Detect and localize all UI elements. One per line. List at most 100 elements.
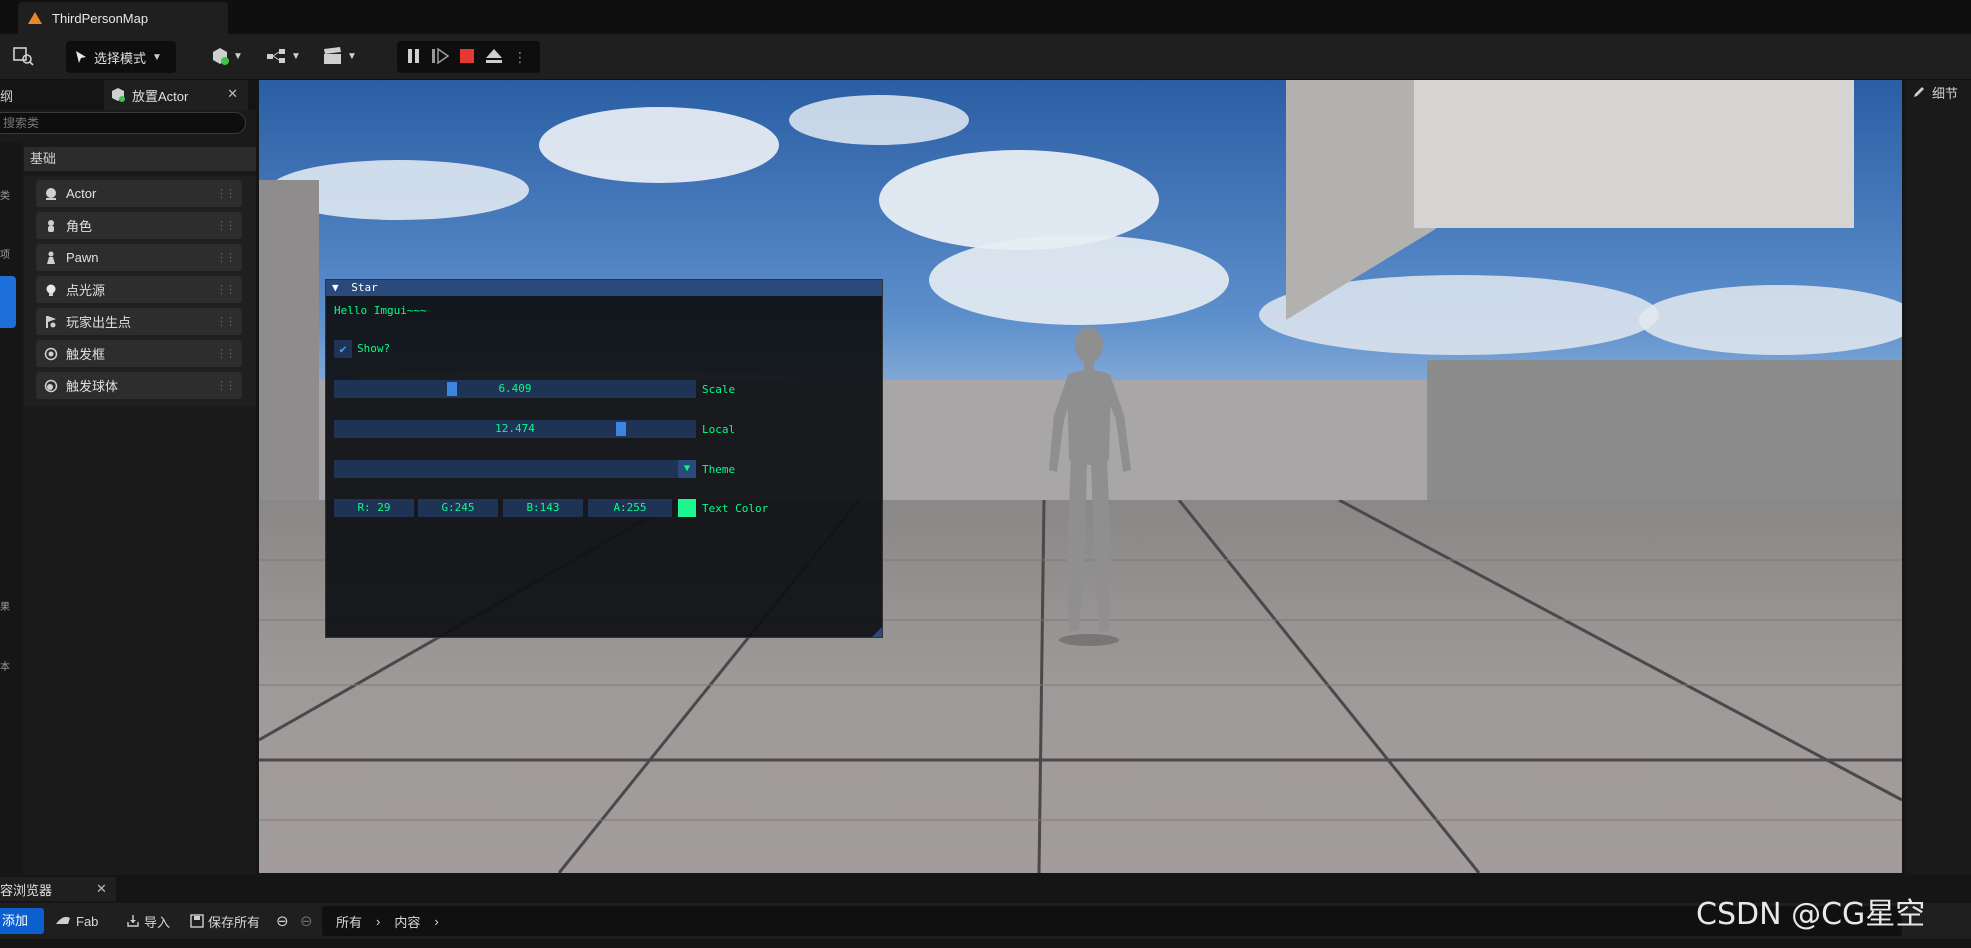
pencil-icon	[1914, 87, 1924, 97]
scale-label: Scale	[702, 383, 736, 396]
category-letter[interactable]: 项	[0, 246, 10, 261]
color-b-field[interactable]: B:143	[503, 499, 583, 517]
theme-label: Theme	[702, 463, 736, 476]
hello-text: Hello Imgui~~~	[334, 304, 427, 317]
drag-handle-icon[interactable]: ⋮⋮	[216, 379, 236, 392]
color-swatch[interactable]	[678, 499, 696, 517]
step-forward-icon[interactable]	[431, 47, 450, 67]
actor-item-label: 玩家出生点	[66, 315, 132, 330]
color-a-field[interactable]: A:255	[588, 499, 672, 517]
list-item[interactable]: 触发框 ⋮⋮	[36, 340, 242, 367]
cinematics-button[interactable]: ▼	[322, 46, 357, 66]
level-viewport[interactable]: ▼ Star Hello Imgui~~~ ✔ Show? 6.409 Scal…	[259, 80, 1902, 873]
level-icon	[28, 12, 42, 24]
category-letter[interactable]: 本	[0, 658, 10, 673]
color-g-field[interactable]: G:245	[418, 499, 498, 517]
point-light-icon	[46, 284, 56, 296]
local-slider[interactable]: 12.474	[334, 420, 696, 438]
tab-thirdpersonmap[interactable]: ThirdPersonMap	[18, 2, 228, 34]
imgui-title: Star	[351, 281, 378, 294]
breadcrumb-item[interactable]: 内容	[394, 912, 420, 931]
watermark: CSDN @CG星空	[1696, 897, 1926, 932]
chevron-right-icon[interactable]: ›	[434, 914, 438, 929]
place-actor-tab-label: 放置Actor	[132, 88, 189, 104]
import-label: 导入	[144, 914, 171, 930]
collapse-arrow-icon[interactable]: ▼	[332, 281, 339, 294]
left-wall	[259, 180, 319, 550]
clapperboard-icon	[324, 47, 341, 64]
blueprint-icon	[267, 49, 285, 63]
drag-handle-icon[interactable]: ⋮⋮	[216, 347, 236, 360]
scale-value: 6.409	[498, 382, 532, 395]
list-item[interactable]: Actor ⋮⋮	[36, 180, 242, 207]
main-toolbar: 选择模式 ▼ ▼ ▼ ▼ ⋮	[0, 34, 1971, 80]
category-letter[interactable]: 类	[0, 187, 10, 202]
save-icon	[190, 914, 204, 928]
right-panel	[1905, 80, 1971, 875]
eject-icon[interactable]	[485, 48, 503, 67]
list-item[interactable]: 点光源 ⋮⋮	[36, 276, 242, 303]
list-item[interactable]: Pawn ⋮⋮	[36, 244, 242, 271]
mannequin-character[interactable]	[1039, 320, 1139, 650]
save-all-button[interactable]: 保存所有	[190, 908, 260, 934]
drag-handle-icon[interactable]: ⋮⋮	[216, 187, 236, 200]
breadcrumb: 所有 › 内容 ›	[322, 906, 1902, 936]
show-checkbox[interactable]: ✔	[334, 340, 352, 358]
blueprint-button[interactable]: ▼	[266, 46, 301, 66]
import-button[interactable]: 导入	[126, 908, 170, 934]
search-input[interactable]: 搜索类	[0, 112, 246, 134]
sphere-icon	[46, 187, 56, 200]
close-icon[interactable]: ✕	[227, 86, 238, 102]
imgui-window[interactable]: ▼ Star Hello Imgui~~~ ✔ Show? 6.409 Scal…	[325, 279, 883, 638]
stop-icon[interactable]	[459, 48, 475, 67]
tab-outliner[interactable]: 纲	[0, 80, 104, 110]
content-browse-icon[interactable]	[12, 44, 34, 69]
actor-item-label: 点光源	[66, 283, 106, 298]
select-mode-button[interactable]: 选择模式 ▼	[66, 41, 176, 73]
title-tab-bar	[0, 0, 1971, 34]
close-icon[interactable]: ✕	[96, 881, 107, 897]
actor-list: Actor ⋮⋮ 角色 ⋮⋮ Pawn ⋮⋮ 点光源 ⋮⋮ 玩家出生点 ⋮⋮ 触…	[24, 176, 256, 406]
category-header[interactable]: 基础	[24, 147, 256, 171]
chevron-right-icon[interactable]: ›	[376, 914, 380, 929]
select-mode-label: 选择模式	[94, 50, 147, 66]
breadcrumb-item[interactable]: 所有	[336, 912, 362, 931]
actor-item-label: 触发框	[66, 347, 106, 362]
save-all-label: 保存所有	[208, 914, 261, 930]
drag-handle-icon[interactable]: ⋮⋮	[216, 315, 236, 328]
more-options-icon[interactable]: ⋮	[513, 49, 527, 66]
tab-place-actor[interactable]: 放置Actor ✕	[104, 80, 248, 110]
list-item[interactable]: 触发球体 ⋮⋮	[36, 372, 242, 399]
imgui-title-bar[interactable]: ▼ Star	[326, 280, 882, 296]
pause-icon[interactable]	[407, 48, 421, 67]
scale-slider[interactable]: 6.409	[334, 380, 696, 398]
theme-combo[interactable]: ▼	[334, 460, 696, 478]
color-r-field[interactable]: R: 29	[334, 499, 414, 517]
forward-arrow-icon[interactable]: ⊖	[300, 912, 313, 930]
check-icon: ✔	[339, 342, 347, 356]
list-item[interactable]: 玩家出生点 ⋮⋮	[36, 308, 242, 335]
pawn-icon	[47, 251, 55, 264]
drag-handle-icon[interactable]: ⋮⋮	[216, 251, 236, 264]
tab-content-browser[interactable]: 容浏览器 ✕	[0, 877, 116, 901]
chevron-down-icon: ▼	[291, 50, 301, 62]
back-arrow-icon[interactable]: ⊖	[276, 912, 289, 930]
resize-grip-icon[interactable]	[872, 627, 882, 637]
drag-handle-icon[interactable]: ⋮⋮	[216, 283, 236, 296]
play-controls: ⋮	[397, 41, 540, 73]
add-button[interactable]: 添加	[0, 908, 44, 934]
trigger-box-icon	[44, 347, 58, 360]
dropdown-arrow-icon[interactable]: ▼	[678, 460, 696, 478]
actor-item-label: Pawn	[66, 250, 99, 265]
fab-button[interactable]: Fab	[54, 908, 98, 934]
tab-details[interactable]: 细节	[1908, 80, 1971, 104]
category-letter[interactable]: 果	[0, 598, 10, 613]
drag-handle-icon[interactable]: ⋮⋮	[216, 219, 236, 232]
details-tab-label: 细节	[1932, 85, 1959, 101]
add-actor-button[interactable]: ▼	[210, 46, 243, 66]
actor-item-label: Actor	[66, 186, 97, 201]
import-icon	[127, 915, 139, 927]
category-active-indicator[interactable]	[0, 276, 16, 328]
place-actor-icon	[112, 88, 125, 102]
list-item[interactable]: 角色 ⋮⋮	[36, 212, 242, 239]
